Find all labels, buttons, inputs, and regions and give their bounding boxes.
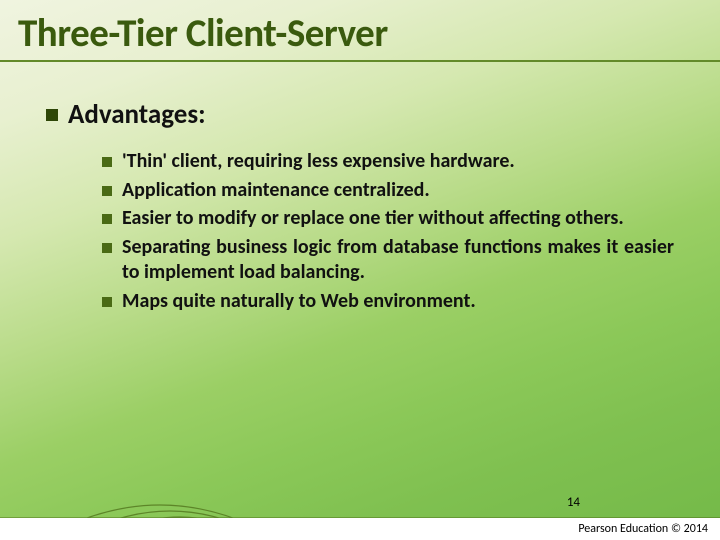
bullet-small-icon [102,186,112,196]
bullet-small-icon [102,157,112,167]
bullet-small-icon [102,297,112,307]
slide-title: Three-Tier Client-Server [18,10,388,57]
bullet-small-icon [102,243,112,253]
item-text: 'Thin' client, requiring less expensive … [122,149,674,175]
page-number: 14 [567,495,580,510]
list-item: Separating business logic from database … [102,235,674,286]
item-text: Application maintenance centralized. [122,178,674,204]
item-text: Easier to modify or replace one tier wit… [122,206,674,232]
copyright-text: Pearson Education © 2014 [578,522,708,536]
title-underline [0,60,720,62]
advantages-list: 'Thin' client, requiring less expensive … [102,149,674,315]
slide: Three-Tier Client-Server Advantages: 'Th… [0,0,720,540]
list-item: Maps quite naturally to Web environment. [102,289,674,315]
bullet-small-icon [102,214,112,224]
advantages-heading: Advantages: [68,98,206,131]
list-item: Easier to modify or replace one tier wit… [102,206,674,232]
bullet-square-icon [46,109,58,121]
slide-body: Advantages: 'Thin' client, requiring les… [46,98,674,318]
list-item: 'Thin' client, requiring less expensive … [102,149,674,175]
list-item: Application maintenance centralized. [102,178,674,204]
heading-row: Advantages: [46,98,674,131]
item-text: Maps quite naturally to Web environment. [122,289,674,315]
item-text: Separating business logic from database … [122,235,674,286]
